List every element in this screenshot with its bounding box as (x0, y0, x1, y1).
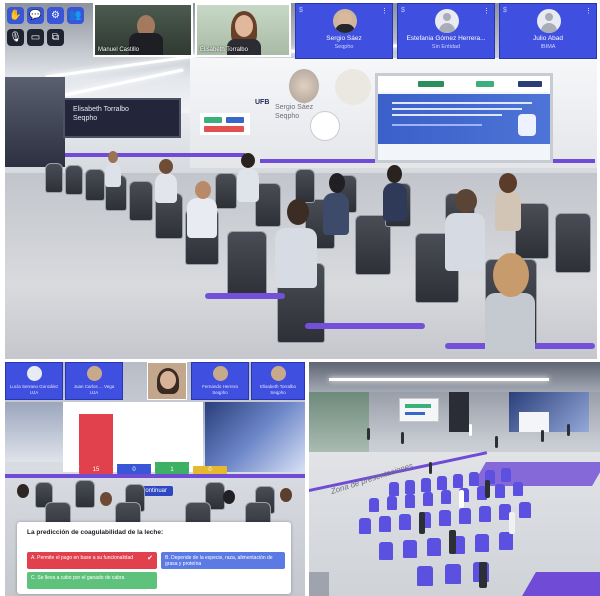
participant-name: Fernando Herrera Seqpho (192, 384, 248, 396)
poll-results-screen (63, 402, 203, 472)
booth (5, 77, 65, 167)
poll-view: Lucía Serrano González UJA Juan Carlos .… (5, 362, 305, 596)
participant-org: UJA (89, 390, 99, 395)
overview-hall-view: Zona de presentaciones (309, 362, 600, 596)
answer-option-b[interactable]: B. Depende de la especie, raza, alimenta… (161, 552, 285, 569)
result-chip-b: 0 (117, 466, 151, 474)
result-chip-a: 15 (79, 466, 113, 474)
participant-org: IBIMA (540, 44, 556, 50)
participant-tile[interactable]: Juan Carlos ... Vega UJA (65, 362, 123, 400)
screen-share-icon[interactable]: ⧉ (47, 29, 64, 46)
participant-name: Julio Abad (533, 35, 563, 42)
avatar-placeholder-icon (435, 9, 459, 33)
decor-disc (335, 69, 371, 105)
result-chip-c: 1 (155, 466, 189, 474)
chat-icon[interactable]: 💬 (27, 7, 44, 24)
participant-tile[interactable]: $ ⋮ Julio Abad IBIMA (499, 3, 597, 59)
video-feed-name: Manuel Castillo (98, 47, 140, 53)
speaker-screen: Elisabeth Torralbo Seqpho (63, 98, 181, 138)
answer-text: B. Depende de la especie, raza, alimenta… (165, 555, 273, 567)
answer-text: C. Se lleva a cabo por el ganado de cabr… (31, 575, 125, 581)
main-auditorium-view: Elisabeth Torralbo Seqpho UFB Sergio Sáe… (5, 3, 597, 359)
participant-org: Seqpho (270, 390, 286, 395)
participant-tile[interactable]: Lucía Serrano González UJA (5, 362, 63, 400)
hologram-name: Sergio Sáez (275, 104, 314, 111)
poll-question-panel: La predicción de coagulabilidad de la le… (17, 522, 291, 594)
logo-text: UFB (255, 99, 270, 106)
answer-option-a[interactable]: A. Permite el pago en base a su funciona… (27, 552, 157, 569)
poll-question: La predicción de coagulabilidad de la le… (27, 529, 164, 536)
participant-name: Lucía Serrano González UJA (6, 384, 62, 396)
check-icon: ✔ (147, 555, 153, 562)
more-icon[interactable]: ⋮ (585, 7, 592, 15)
presentation-screen (375, 73, 553, 163)
video-feed[interactable] (147, 362, 187, 400)
participant-org: Seqpho (334, 44, 354, 50)
answer-text: A. Permite el pago en base a su funciona… (31, 555, 134, 561)
people-icon[interactable]: 👥 (67, 7, 84, 24)
hologram-org: Seqpho (275, 113, 300, 120)
foreground-object (309, 572, 329, 596)
coin-icon: $ (401, 7, 405, 14)
answer-option-c[interactable]: C. Se lleva a cabo por el ganado de cabr… (27, 572, 157, 589)
avatar (333, 9, 357, 33)
hologram-label: Sergio Sáez Seqpho (275, 103, 313, 121)
more-icon[interactable]: ⋮ (483, 7, 490, 15)
participant-name: Sergio Sáez (326, 35, 362, 42)
camera-icon[interactable]: ▭ (27, 29, 44, 46)
decor-disc (310, 111, 340, 141)
participant-tile[interactable]: Fernando Herrera Seqpho (191, 362, 249, 400)
result-chip-d: 0 (193, 466, 227, 474)
coin-icon: $ (503, 7, 507, 14)
hologram-speaker (289, 69, 319, 103)
participant-tile[interactable]: $ ⋮ Sergio Sáez Seqpho (295, 3, 393, 59)
hand-icon[interactable]: ✋ (7, 7, 24, 24)
avatar-placeholder-icon (537, 9, 561, 33)
participant-name: Juan Carlos ... Vega UJA (66, 384, 122, 396)
participant-org: Sin Entidad (431, 44, 461, 50)
settings-icon[interactable]: ⚙ (47, 7, 64, 24)
participant-tile[interactable]: Elisabeth Torralbo Seqpho (251, 362, 305, 400)
sponsor-panel (200, 113, 250, 135)
toolbar: ✋ 💬 ⚙ 👥 🎙 ▭ ⧉ (7, 5, 89, 51)
video-feed[interactable]: Elisabeth Torralbo (195, 3, 291, 57)
speaker-screen-org: Seqpho (73, 115, 98, 122)
video-feed[interactable]: Manuel Castillo (93, 3, 193, 57)
coin-icon: $ (299, 7, 303, 14)
poll-bar-a (79, 414, 113, 466)
speaker-screen-name: Elisabeth Torralbo (73, 106, 129, 113)
participant-org: Seqpho (212, 390, 228, 395)
mic-icon[interactable]: 🎙 (7, 29, 24, 46)
participant-name: Elisabeth Torralbo Seqpho (252, 384, 304, 396)
participant-name: Estefania Gómez Herrera... (406, 35, 486, 42)
participant-org: UJA (29, 390, 39, 395)
video-feed-name: Elisabeth Torralbo (200, 47, 248, 53)
participant-tile[interactable]: $ ⋮ Estefania Gómez Herrera... Sin Entid… (397, 3, 495, 59)
more-icon[interactable]: ⋮ (381, 7, 388, 15)
